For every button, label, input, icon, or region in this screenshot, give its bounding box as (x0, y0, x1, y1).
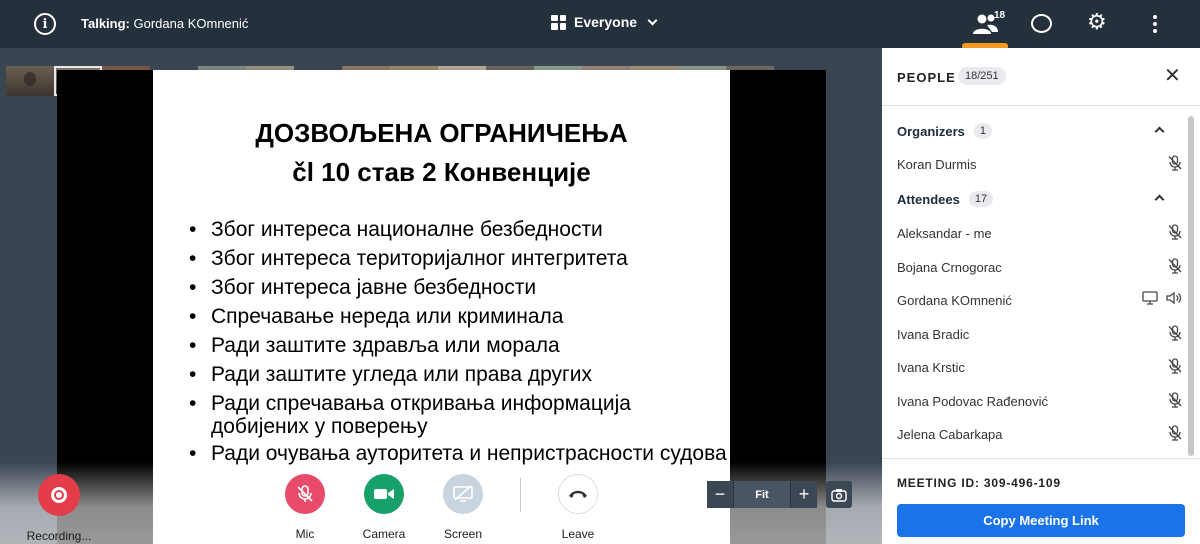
slide-bullet-list: Због интереса националне безбедности Збо… (189, 215, 730, 469)
camera-button[interactable]: Camera (344, 474, 424, 541)
screen-share-off-icon (443, 474, 483, 514)
attendees-section-header[interactable]: Attendees 17 (897, 191, 994, 207)
people-count-badge: 18 (994, 10, 1006, 21)
screen-label: Screen (443, 527, 483, 541)
attendees-label: Attendees (897, 191, 960, 207)
participant-row[interactable]: Ivana Podovac Rađenović (897, 391, 1182, 412)
mic-muted-icon (1168, 224, 1182, 243)
record-icon (38, 474, 80, 516)
view-label: Everyone (574, 14, 638, 30)
people-button[interactable]: 18 (960, 0, 1010, 48)
organizers-section-header[interactable]: Organizers 1 (897, 123, 993, 139)
presenting-status-icons (1142, 291, 1182, 305)
slide-bullet: Ради заштите угледа или права других (189, 360, 730, 389)
participant-name: Koran Durmis (897, 157, 977, 172)
people-panel-footer: MEETING ID: 309-496-109 Copy Meeting Lin… (882, 458, 1200, 544)
participant-avatar (24, 72, 36, 86)
hang-up-icon (558, 474, 598, 514)
view-selector[interactable]: Everyone (551, 14, 658, 30)
slide-bullet: Због интереса територијалног интегритета (189, 244, 730, 273)
chat-icon[interactable] (1031, 14, 1052, 33)
participant-name: Jelena Cabarkapa (897, 427, 1003, 442)
people-scrollbar[interactable] (1186, 116, 1196, 456)
participant-row[interactable]: Aleksandar - me (897, 224, 1182, 244)
camera-icon (364, 474, 404, 514)
leave-label: Leave (561, 527, 595, 541)
slide-title: ДОЗВОЉЕНА ОГРАНИЧЕЊА (255, 118, 628, 148)
copy-meeting-link-button[interactable]: Copy Meeting Link (897, 504, 1185, 537)
chevron-up-icon[interactable] (1154, 194, 1165, 205)
participant-row[interactable]: Ivana Krstic (897, 358, 1182, 378)
slide-bullet: Због интереса јавне безбедности (189, 273, 730, 302)
organizers-label: Organizers (897, 123, 965, 139)
mic-off-icon (285, 474, 325, 514)
speaker-icon (1166, 291, 1182, 305)
mic-muted-icon (1168, 155, 1182, 174)
top-bar: i Talking: Gordana KOmnenić Everyone 18 … (0, 0, 1200, 48)
people-panel-title: PEOPLE (897, 70, 956, 85)
zoom-controls: − Fit + (707, 481, 817, 508)
controls-divider (520, 478, 521, 512)
mic-muted-icon (1168, 358, 1182, 377)
mic-muted-icon (1168, 324, 1182, 344)
participant-name: Ivana Podovac Rađenović (897, 393, 1049, 409)
screen-share-icon (1142, 291, 1158, 305)
camera-snapshot-icon (831, 488, 847, 502)
participant-row[interactable]: Jelena Cabarkapa (897, 425, 1182, 445)
chevron-down-icon (647, 15, 658, 25)
chevron-up-icon[interactable] (1154, 126, 1165, 137)
people-count: 18/251 (958, 67, 1006, 85)
talking-label: Talking: (81, 16, 130, 31)
mic-muted-icon (1168, 257, 1182, 277)
mic-label: Mic (295, 527, 315, 541)
mic-button[interactable]: Mic (265, 474, 345, 541)
meeting-id: MEETING ID: 309-496-109 (897, 476, 1061, 490)
participant-row[interactable]: Gordana KOmnenić (897, 291, 1182, 311)
participant-video-tile[interactable] (6, 66, 54, 96)
participant-name: Bojana Crnogorac (897, 259, 1002, 275)
mic-muted-icon (1168, 391, 1182, 411)
snapshot-button[interactable] (826, 481, 852, 508)
slide-subtitle: čl 10 став 2 Конвенције (292, 157, 591, 187)
people-panel: PEOPLE 18/251 ✕ Organizers 1 Koran Durmi… (882, 48, 1200, 544)
more-options-icon[interactable] (1153, 15, 1157, 33)
participant-name: Ivana Krstic (897, 360, 965, 375)
participant-name: Gordana KOmnenić (897, 293, 1012, 308)
camera-label: Camera (362, 527, 406, 541)
slide-bullet: Ради спречавања откривања информација до… (189, 392, 730, 438)
participant-row[interactable]: Ivana Bradic (897, 324, 1182, 345)
leave-button[interactable]: Leave (538, 474, 618, 541)
people-panel-header: PEOPLE 18/251 ✕ (882, 48, 1200, 106)
zoom-fit-button[interactable]: Fit (733, 481, 791, 508)
participant-row[interactable]: Koran Durmis (897, 155, 1182, 175)
recording-button[interactable]: Recording... (19, 474, 99, 543)
slide-bullet: Због интереса националне безбедности (189, 215, 730, 244)
participant-row[interactable]: Bojana Crnogorac (897, 257, 1182, 278)
talking-name: Gordana KOmnenić (133, 16, 249, 31)
slide-bullet: Ради заштите здравља или морала (189, 331, 730, 360)
zoom-in-button[interactable]: + (791, 481, 817, 508)
participant-name: Aleksandar - me (897, 226, 992, 241)
mic-muted-icon (1168, 425, 1182, 444)
slide-bullet: Спречавање нереда или криминала (189, 302, 730, 331)
participant-name: Ivana Bradic (897, 326, 970, 342)
recording-label: Recording... (26, 529, 92, 543)
talking-indicator: Talking: Gordana KOmnenić (81, 16, 248, 31)
grid-icon (551, 14, 566, 30)
gear-icon[interactable]: ⚙ (1087, 12, 1107, 34)
zoom-out-button[interactable]: − (707, 481, 733, 508)
attendees-count: 17 (968, 191, 994, 207)
close-icon[interactable]: ✕ (1164, 66, 1181, 86)
organizers-count: 1 (973, 123, 993, 139)
info-icon[interactable]: i (34, 13, 56, 35)
screen-share-button[interactable]: Screen (423, 474, 503, 541)
